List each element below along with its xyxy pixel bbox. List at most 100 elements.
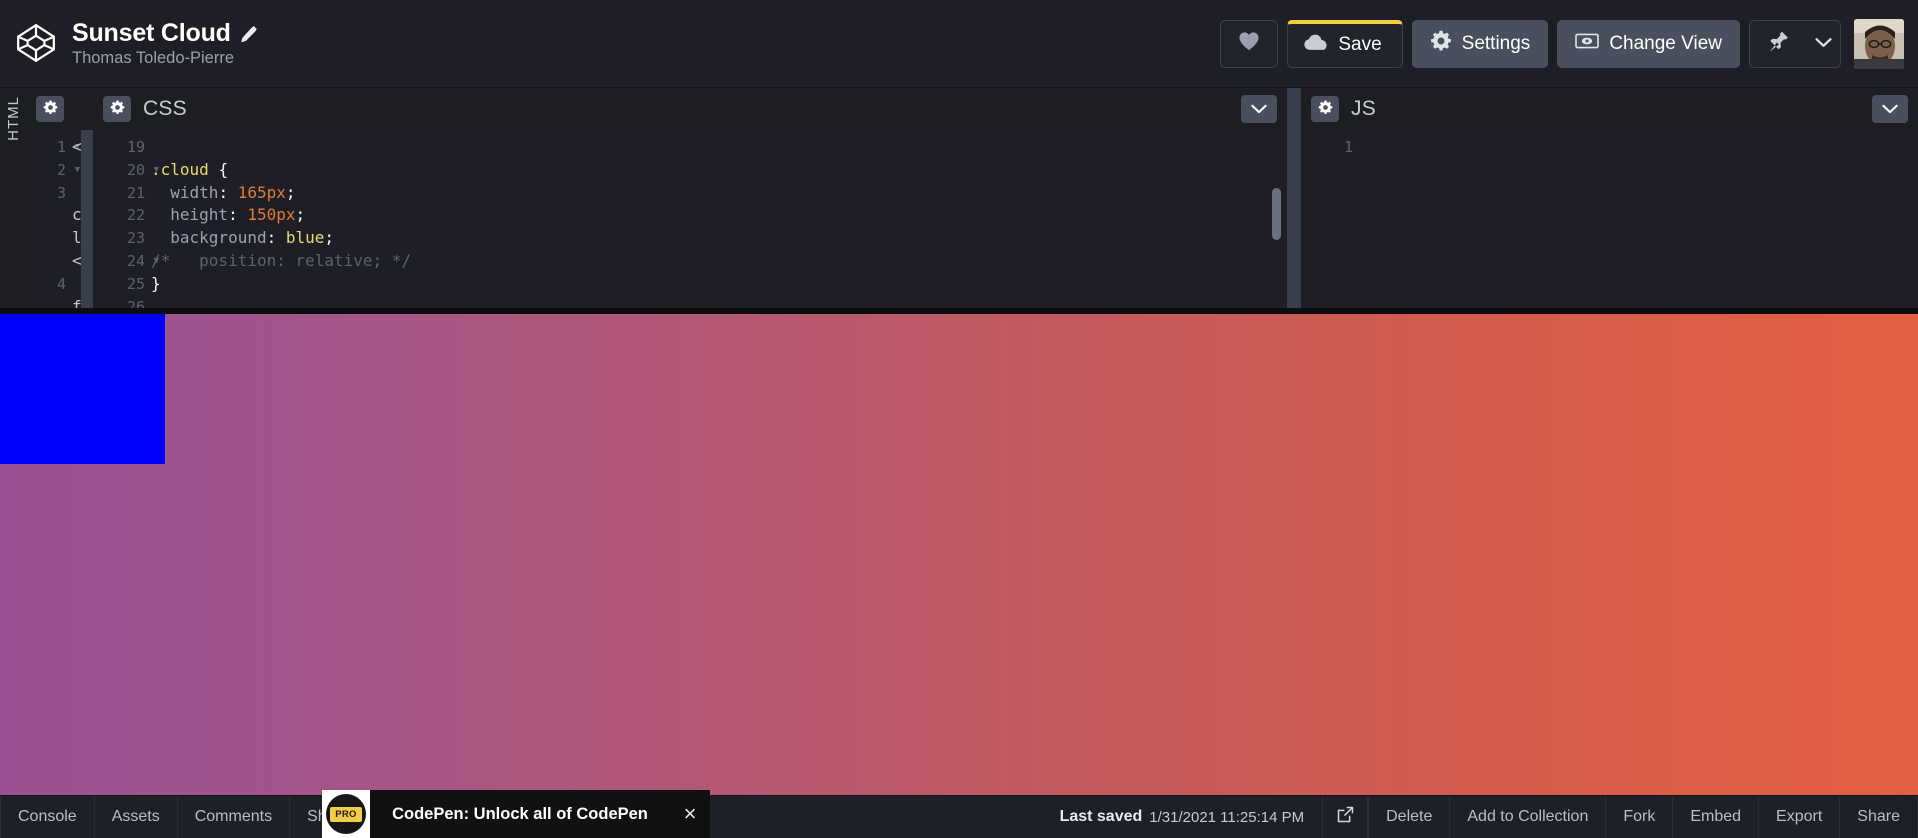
line-number: 25 [126,274,145,293]
pro-ad-banner[interactable]: PRO CodePen: Unlock all of CodePen × [322,790,710,838]
line-number [26,227,72,250]
delete-button[interactable]: Delete [1368,796,1451,838]
line-number: 23 [126,229,145,248]
codepen-logo-icon[interactable] [14,21,58,65]
embed-button[interactable]: Embed [1673,796,1760,838]
gear-icon [43,100,58,118]
js-code-lines [1359,130,1918,308]
line-number: 19 [126,138,145,156]
last-saved-label: Last saved [1059,808,1143,825]
assets-button[interactable]: Assets [95,796,178,838]
code-line: .cloud { [151,159,1287,182]
line-number: 24 ▼ [93,250,159,273]
css-editor-scrollbar[interactable] [1272,188,1281,240]
line-number: 4 [56,274,66,293]
gear-icon [1318,100,1333,118]
code-token: } [151,273,161,293]
export-button[interactable]: Export [1759,796,1841,838]
pro-badge-icon: PRO [326,794,366,834]
comments-button[interactable]: Comments [178,796,291,838]
css-pane-collapse-button[interactable] [1241,95,1277,123]
editor-pane-js: JS 1 [1301,88,1918,308]
top-bar: Sunset Cloud Thomas Toledo-Pierre Save S… [0,0,1918,88]
code-token: ; [295,205,306,225]
add-to-collection-button[interactable]: Add to Collection [1450,796,1607,838]
code-token: ; [324,228,335,248]
code-line: background: blue; [151,227,1287,250]
cloud-preview-box [0,314,165,464]
change-view-button[interactable]: Change View [1557,19,1740,68]
css-js-pane-divider[interactable] [1287,88,1301,308]
code-line: } [151,273,1287,296]
external-link-icon [1337,806,1354,828]
js-pane-header: JS [1301,88,1918,130]
pro-badge-text: PRO [330,806,362,822]
css-line-number-gutter: 19 20 ▼ 21 22 23 24 ▼ 25 26 [93,130,159,308]
pro-badge-container: PRO [322,790,370,838]
css-settings-gear-button[interactable] [103,96,131,122]
pen-author[interactable]: Thomas Toledo-Pierre [72,49,257,67]
chevron-down-icon [1251,102,1267,117]
html-pane-clip-strip [81,130,93,308]
chevron-down-icon [1882,102,1898,117]
line-number: 20 ▼ [93,159,159,182]
codepen-editor-window: Sunset Cloud Thomas Toledo-Pierre Save S… [0,0,1918,838]
code-token: .cloud [151,159,219,179]
last-saved-timestamp: 1/31/2021 11:25:14 PM [1149,808,1305,826]
html-pane-header [26,88,93,130]
line-number: 26 [126,297,145,308]
css-code-editor[interactable]: 19 20 ▼ 21 22 23 24 ▼ 25 26 .cloud { width: 165px… [93,130,1287,308]
console-button[interactable]: Console [0,796,95,838]
html-settings-gear-button[interactable] [36,96,64,122]
line-number [26,204,72,227]
settings-button[interactable]: Settings [1411,19,1549,68]
bottom-bar-right-group: Last saved 1/31/2021 11:25:14 PM Delete A… [1042,796,1918,838]
love-button[interactable] [1220,19,1279,68]
bottom-bar: ConsoleAssetsCommentsShortcuts Last save… [0,790,1918,838]
pro-ad-close-button[interactable]: × [670,790,710,838]
code-token: /* position: relative; */ [151,250,412,270]
line-number [26,296,72,308]
pen-meta: Sunset Cloud Thomas Toledo-Pierre [72,20,257,67]
code-token: : [218,182,238,202]
js-code-editor[interactable]: 1 [1301,130,1918,308]
js-settings-gear-button[interactable] [1311,96,1339,122]
css-pane-header: CSS [93,88,1287,130]
js-pane-title: JS [1351,97,1376,120]
chevron-down-icon [1814,36,1832,51]
line-number: 3 [56,183,66,202]
code-token: : [228,205,248,225]
pin-button[interactable] [1750,21,1806,67]
pin-dropdown-button[interactable] [1806,21,1840,67]
html-pane-vertical-label[interactable]: HTML [0,88,26,308]
share-button[interactable]: Share [1840,796,1918,838]
open-external-button[interactable] [1322,796,1369,838]
html-pane-inner: 1 ▼ 2 ▼ 3 4 < c l < f [26,88,93,308]
code-token: 165px [237,182,286,202]
avatar[interactable] [1854,18,1904,69]
code-line: height: 150px; [151,204,1287,227]
settings-button-label: Settings [1461,32,1531,54]
code-token: { [218,159,229,179]
save-button[interactable]: Save [1287,19,1403,68]
last-saved-status: Last saved 1/31/2021 11:25:14 PM [1042,796,1323,838]
fork-button[interactable]: Fork [1606,796,1674,838]
bottom-bar-actions: Delete Add to Collection Fork Embed Export Sh… [1368,796,1918,838]
js-pane-collapse-button[interactable] [1872,95,1908,123]
pin-button-group [1749,19,1841,68]
code-token: blue [285,228,325,248]
pencil-edit-icon[interactable] [240,25,257,43]
js-line-number-gutter: 1 [1301,130,1359,308]
code-token: 150px [247,205,296,225]
code-token: width [151,182,219,202]
line-number [26,250,72,273]
line-number: 1 [1343,138,1353,156]
cloud-save-icon [1304,34,1328,57]
preview-iframe[interactable] [0,314,1918,795]
html-line-number-gutter: 1 ▼ 2 ▼ 3 4 [26,130,80,308]
code-token: ; [285,182,296,202]
gear-icon [110,100,125,118]
heart-icon [1238,31,1260,57]
